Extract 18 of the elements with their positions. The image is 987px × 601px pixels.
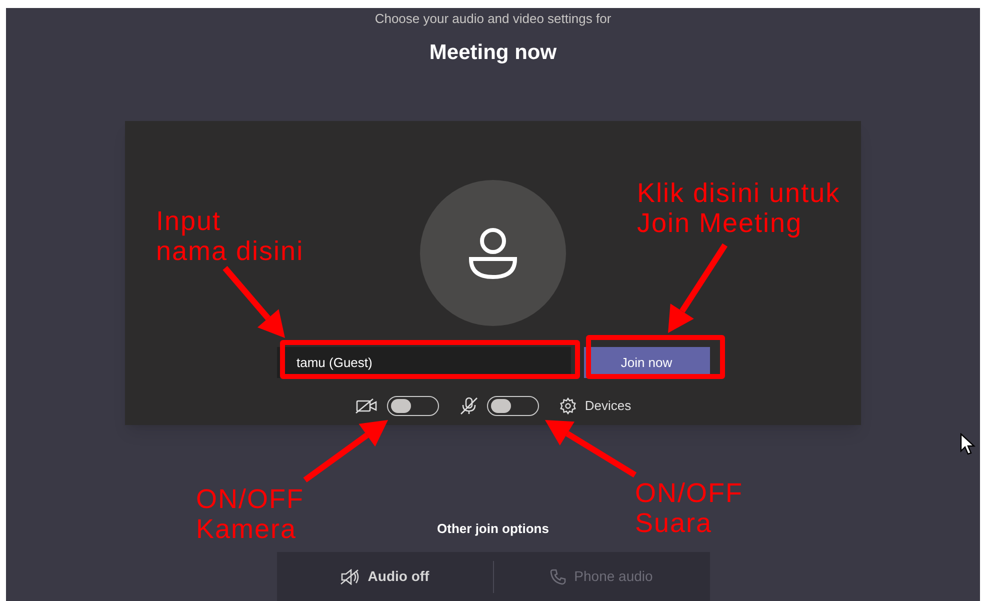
speaker-off-icon [340,568,360,585]
annotation-arrow [222,266,285,338]
annotation-text: Input nama disini [156,206,304,266]
microphone-off-icon [458,397,479,415]
devices-button[interactable]: Devices [558,396,632,416]
phone-icon [550,568,566,585]
toggle-switch[interactable] [486,396,539,416]
other-join-options-heading: Other join options [437,520,549,538]
annotation-text: ON/OFF Suara [635,478,743,538]
annotation-text: Klik disini untuk Join Meeting [637,178,840,238]
toggle-switch[interactable] [386,396,439,416]
settings-icon [558,397,577,415]
settings-subtitle: Choose your audio and video settings for [374,10,612,28]
annotation-text: ON/OFF Kamera [196,484,304,544]
audio-off-button[interactable]: Audio off [276,560,492,593]
meeting-title: Meeting now [429,40,557,66]
mouse-cursor-icon [960,433,976,457]
camera-off-icon [354,398,379,414]
